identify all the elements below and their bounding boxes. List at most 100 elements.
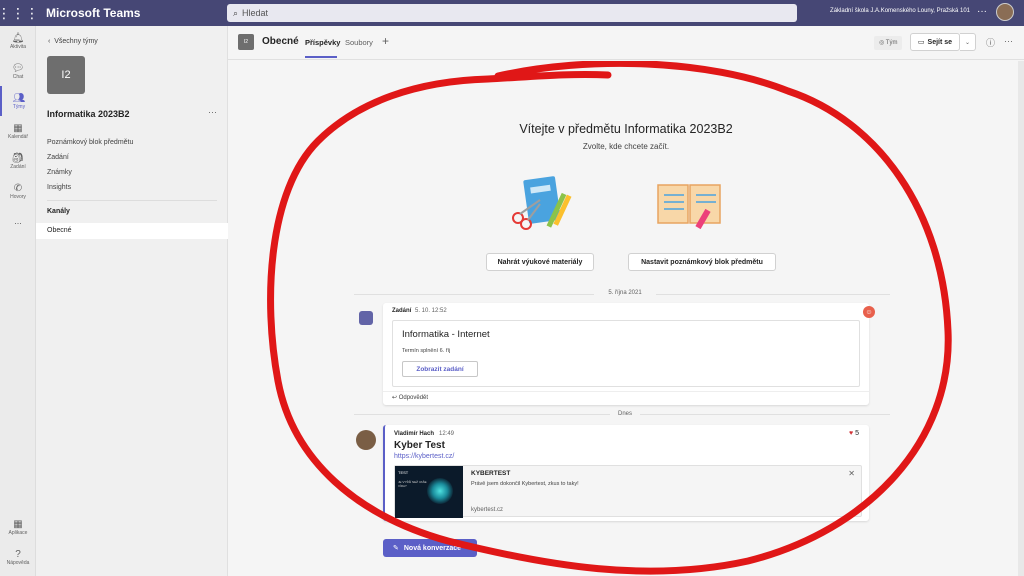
back-label: Všechny týmy [54,38,98,45]
divider [383,391,869,392]
preview-thumbnail: TEST JE VYŠŠÍ NEŽ VAŠE VÍRA? [395,466,463,518]
rail-label: Aplikace [8,529,28,536]
phone-icon: ✆ [13,182,23,194]
new-conversation-label: Nová konverzace [403,544,462,552]
user-avatar[interactable] [996,3,1014,21]
channel-avatar: I2 [238,34,254,50]
rail-item-calendar[interactable]: ▦ Kalendář [0,116,36,146]
rail-label: Týmy [12,103,26,110]
rail-item-phone[interactable]: ✆ Hovory [0,176,36,206]
author-avatar[interactable] [356,430,376,450]
back-to-teams-link[interactable]: ‹ Všechny týmy [48,38,98,45]
team-link[interactable]: Známky [47,165,133,180]
rail-item-apps[interactable]: ▦ Aplikace [0,512,36,542]
team-link[interactable]: Insights [47,180,133,195]
close-icon[interactable]: ✕ [848,469,855,478]
likes[interactable]: ♥ 5 [849,430,859,437]
link-preview-card[interactable]: TEST JE VYŠŠÍ NEŽ VAŠE VÍRA? KYBERTEST P… [394,465,862,518]
meet-button[interactable]: ▭ Sejít se [910,33,960,51]
add-tab-icon[interactable]: + [382,34,389,48]
posts-area: Vítejte v předmětu Informatika 2023B2 Zv… [228,61,1024,576]
reply-icon: ↩ [392,395,399,401]
rail-item-assignments[interactable]: 🎒︎ Zadání [0,146,36,176]
assignment-card: Informatika - Internet Termín splnění 6.… [392,320,860,387]
assignments-icon: 🎒︎ [11,152,25,164]
search-input[interactable]: ⌕ Hledat [227,4,797,22]
channel-title: Obecné [262,36,299,47]
post-link[interactable]: https://kybertest.cz/ [394,453,454,460]
video-icon: ▭ [917,39,925,46]
rail-item-chat[interactable]: 💬︎ Chat [0,56,36,86]
org-name[interactable]: Základní škola J.A.Komenského Louny, Pra… [830,8,970,14]
post-title: Kyber Test [394,440,445,451]
team-link[interactable]: Poznámkový blok předmětu [47,135,133,150]
divider-line [656,294,890,295]
likes-count: 5 [855,430,859,437]
team-more-icon[interactable]: ··· [208,107,217,117]
rail-item-more[interactable]: ... [0,206,36,236]
search-placeholder: Hledat [242,8,269,18]
tab-files[interactable]: Soubory [345,38,373,47]
reply-label: Odpovědět [398,395,429,401]
team-pill-label: Tým [885,40,898,46]
rail-item-bell[interactable]: 🔔︎ Aktivita [0,26,36,56]
divider-line [354,294,594,295]
active-tab-indicator [305,56,337,58]
team-links: Poznámkový blok předmětu Zadání Známky Insi… [47,135,133,195]
app-name: Microsoft Teams [46,6,141,20]
preview-domain: kybertest.cz [471,507,504,513]
post-time: 5. 10. 12:52 [415,308,447,314]
date-divider-today: Dnes [617,411,632,417]
rail-label: Aktivita [9,43,27,50]
glow-graphic [427,478,453,504]
preview-text: Právě jsem dokončil Kybertest, zkus to t… [471,481,579,487]
thumb-text: JE VYŠŠÍ NEŽ VAŠE VÍRA? [398,480,427,488]
eye-icon: ◎ [879,40,886,46]
rail-label: ... [14,216,22,226]
view-assignment-button[interactable]: Zobrazit zadání [402,361,478,377]
team-name: Informatika 2023B2 [47,109,130,119]
teams-icon: 👥︎ [12,92,26,104]
scrollbar[interactable] [1018,61,1024,576]
more-options-icon[interactable]: ··· [1004,36,1013,46]
upload-materials-button[interactable]: Nahrát výukové materiály [486,253,594,271]
app-launcher-icon[interactable]: ⋮⋮⋮ [0,0,39,26]
rail-item-teams[interactable]: 👥︎ Týmy [0,86,36,116]
help-icon: ? [15,548,21,560]
chat-icon: 💬︎ [11,62,25,74]
calendar-icon: ▦ [13,122,23,134]
settings-more-icon[interactable]: ··· [977,6,987,17]
compose-icon: ✎ [393,545,399,552]
reaction-icon[interactable]: ☺ [863,306,875,318]
rail-item-help[interactable]: ? Nápověda [0,542,36,572]
bell-icon: 🔔︎ [11,32,25,44]
rail-label: Chat [12,73,24,80]
tab-posts[interactable]: Příspěvky [305,38,340,47]
upload-materials-illustration [512,176,572,230]
team-pill[interactable]: ◎ Tým [874,36,903,50]
info-icon[interactable]: ⓘ [986,36,995,49]
team-avatar: I2 [47,56,85,94]
setup-notebook-button[interactable]: Nastavit poznámkový blok předmětu [628,253,776,271]
assignment-title: Informatika - Internet [402,329,490,340]
date-divider: 5. října 2021 [608,290,642,296]
channel-header: I2 Obecné Příspěvky Soubory + ◎ Tým ▭ Sej… [228,26,1024,60]
reply-button[interactable]: ↩ Odpovědět [392,394,428,401]
meet-dropdown-chevron-icon[interactable]: ⌄ [960,33,976,51]
rail-label: Zadání [10,163,26,170]
new-conversation-button[interactable]: ✎ Nová konverzace [383,539,477,557]
app-rail: 🔔︎ Aktivita 💬︎ Chat 👥︎ Týmy ▦ Kalendář 🎒︎ Zadání ✆… [0,26,36,576]
channels-label: Kanály [47,208,70,215]
post-author: Vladimír Hach [394,431,435,437]
apps-icon: ▦ [13,518,23,530]
assignment-due: Termín splnění 6. říj [402,348,451,354]
channel-item-obecne[interactable]: Obecné [36,223,228,239]
preview-title: KYBERTEST [471,470,511,477]
divider-line [640,414,890,415]
divider [47,200,217,201]
rail-label: Hovory [10,193,26,200]
team-panel: ‹ Všechny týmy I2 Informatika 2023B2 ···… [36,26,228,576]
thumb-title: TEST [398,470,409,475]
team-link[interactable]: Zadání [47,150,133,165]
meet-label: Sejít se [927,38,953,46]
